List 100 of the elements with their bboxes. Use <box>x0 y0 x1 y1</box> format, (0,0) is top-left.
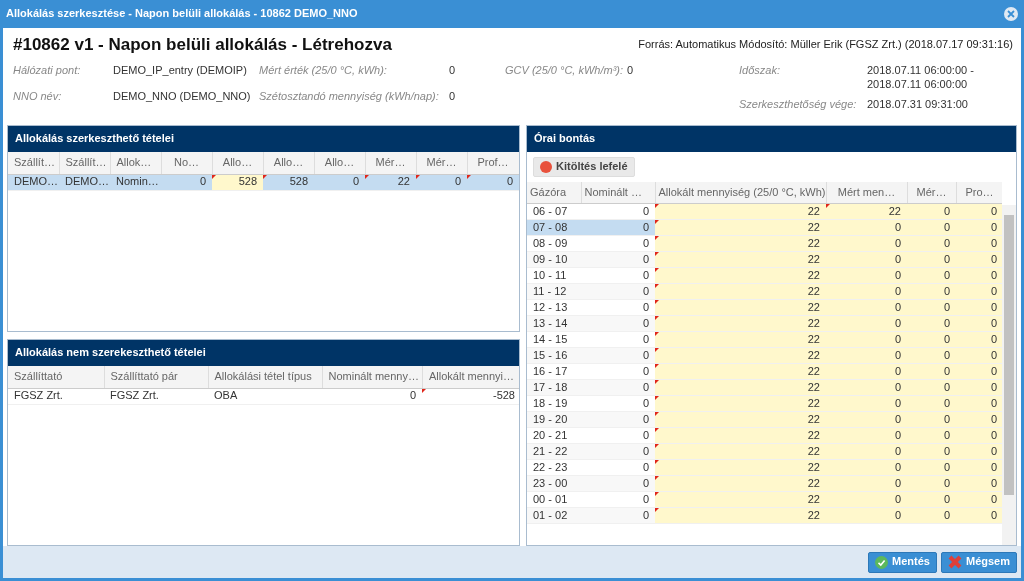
column-header[interactable]: No… <box>161 152 212 174</box>
column-header[interactable]: Nominált menny… <box>322 366 422 388</box>
column-header[interactable]: Nominált … <box>581 181 655 204</box>
changed-marker-icon <box>655 460 659 465</box>
table-cell: 13 - 14 <box>527 315 581 332</box>
column-header[interactable]: Mért men… <box>826 181 907 204</box>
table-cell: 06 - 07 <box>527 203 581 220</box>
table-cell: 08 - 09 <box>527 235 581 252</box>
changed-marker-icon <box>655 300 659 305</box>
column-header[interactable]: Allokálási tétel típus <box>208 366 322 388</box>
field-label: Szétosztandó mennyiség (kWh/nap): <box>259 89 440 104</box>
table-cell: 00 - 01 <box>527 491 581 508</box>
field-label: Mért érték (25/0 °C, kWh): <box>259 64 388 78</box>
column-header[interactable]: Prof… <box>467 152 519 174</box>
table-cell: 07 - 08 <box>527 219 581 236</box>
close-button[interactable] <box>1004 7 1018 21</box>
table-cell: -528 <box>422 388 519 404</box>
changed-marker-icon <box>826 204 830 209</box>
table-cell: 15 - 16 <box>527 347 581 364</box>
field-label: Szerkeszthetőség vége: <box>739 97 858 112</box>
changed-marker-icon <box>655 316 659 321</box>
table-cell: 19 - 20 <box>527 411 581 428</box>
changed-marker-icon <box>422 388 426 393</box>
column-header[interactable]: Mér… <box>365 152 416 174</box>
column-header[interactable]: Mér… <box>416 152 467 174</box>
changed-marker-icon <box>655 444 659 449</box>
field-label: NNO név: <box>13 89 63 104</box>
page-title: #10862 v1 - Napon belüli allokálás - Létrehozva <box>13 34 392 56</box>
table-cell: 10 - 11 <box>527 267 581 284</box>
scrollbar[interactable] <box>1002 204 1016 545</box>
table-cell: 21 - 22 <box>527 443 581 460</box>
changed-marker-icon <box>655 284 659 289</box>
panel-title: Allokálás szerkeszthető tételei <box>15 132 174 146</box>
table-cell: 22 <box>365 174 416 190</box>
changed-marker-icon <box>655 236 659 241</box>
table-cell: 09 - 10 <box>527 251 581 268</box>
column-header[interactable]: Mér… <box>907 181 956 204</box>
column-header[interactable]: Szállíttató <box>8 366 104 388</box>
changed-marker-icon <box>416 174 420 179</box>
record-icon <box>540 160 552 173</box>
cancel-button[interactable]: Mégsem <box>940 551 1017 573</box>
field-value: 2018.07.31 09:31:00 <box>867 97 969 112</box>
table-cell: 0 <box>322 388 422 404</box>
changed-marker-icon <box>655 508 659 513</box>
changed-marker-icon <box>655 492 659 497</box>
column-header[interactable]: Allok… <box>110 152 161 174</box>
field-label: GCV (25/0 °C, kWh/m³): <box>505 64 625 78</box>
field-value: DEMO_NNO (DEMO_NNO) <box>113 89 252 104</box>
changed-marker-icon <box>655 348 659 353</box>
table-cell: 0 <box>467 174 519 190</box>
table-cell: 528 <box>263 174 314 190</box>
changed-marker-icon <box>263 174 267 179</box>
column-header[interactable]: Allokált mennyiség (25/0 °C, kWh) <box>655 181 826 204</box>
field-label: Időszak: <box>739 64 781 79</box>
changed-marker-icon <box>655 396 659 401</box>
field-value: 0 <box>449 64 457 78</box>
changed-marker-icon <box>467 174 471 179</box>
table-cell: OBA <box>208 388 322 404</box>
changed-marker-icon <box>212 174 216 179</box>
changed-marker-icon <box>655 412 659 417</box>
column-header[interactable]: Gázóra <box>527 181 581 204</box>
column-header[interactable]: Allo… <box>212 152 263 174</box>
table-cell: 17 - 18 <box>527 379 581 396</box>
changed-marker-icon <box>655 476 659 481</box>
table-cell: 16 - 17 <box>527 363 581 380</box>
table-cell: 12 - 13 <box>527 299 581 316</box>
table-cell: 23 - 00 <box>527 475 581 492</box>
window-title: Allokálás szerkesztése - Napon belüli allokálás - 10862 DEMO_NNO <box>6 7 358 21</box>
check-icon <box>875 555 889 569</box>
table-cell: DEMO… <box>8 174 59 190</box>
changed-marker-icon <box>655 204 659 209</box>
column-header[interactable]: Allo… <box>314 152 365 174</box>
field-label: Hálózati pont: <box>13 64 82 78</box>
table-cell: FGSZ Zrt. <box>104 388 208 404</box>
column-header[interactable]: Allo… <box>263 152 314 174</box>
table-cell: 22 - 23 <box>527 459 581 476</box>
table-cell: DEMO… <box>59 174 110 190</box>
changed-marker-icon <box>655 380 659 385</box>
table-cell: 18 - 19 <box>527 395 581 412</box>
field-value: DEMO_IP_entry (DEMOIP) <box>113 64 248 78</box>
table-cell: 0 <box>416 174 467 190</box>
changed-marker-icon <box>365 174 369 179</box>
table-cell: 01 - 02 <box>527 507 581 524</box>
panel-title: Órai bontás <box>534 132 596 146</box>
save-button[interactable]: Mentés <box>868 551 937 573</box>
column-header[interactable]: Allokált mennyi… <box>422 366 519 388</box>
table-cell: Nomin… <box>110 174 161 190</box>
field-value: 0 <box>449 89 457 104</box>
changed-marker-icon <box>655 428 659 433</box>
column-header[interactable]: Pro… <box>956 181 1002 204</box>
column-header[interactable]: Szállít… <box>59 152 110 174</box>
panel-title: Allokálás nem szerekeszthető tételei <box>15 346 206 360</box>
fill-down-button[interactable]: Kitöltés lefelé <box>533 157 635 177</box>
column-header[interactable]: Szállíttató pár <box>104 366 208 388</box>
changed-marker-icon <box>655 252 659 257</box>
table-cell: 14 - 15 <box>527 331 581 348</box>
column-header[interactable]: Szállít… <box>8 152 59 174</box>
table-cell: 11 - 12 <box>527 283 581 300</box>
table-cell: 20 - 21 <box>527 427 581 444</box>
changed-marker-icon <box>655 220 659 225</box>
